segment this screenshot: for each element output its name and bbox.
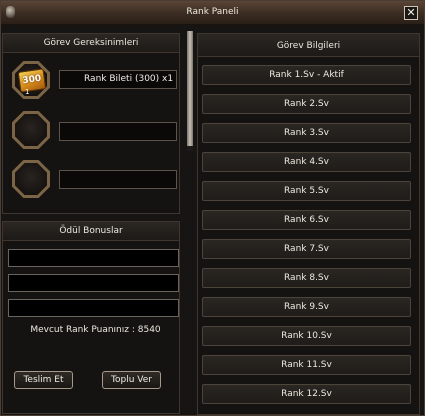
rank-row[interactable]: Rank 10.Sv bbox=[202, 326, 411, 346]
rank-row[interactable]: Rank 2.Sv bbox=[202, 94, 411, 114]
requirement-label-2 bbox=[59, 122, 177, 141]
rank-panel-window: Rank Paneli ✕ Görev Gereksinimleri 300 1… bbox=[0, 0, 425, 416]
rank-row[interactable]: Rank 5.Sv bbox=[202, 181, 411, 201]
item-quantity: 1 bbox=[25, 88, 30, 96]
bonus-row-1 bbox=[8, 249, 179, 267]
window-title: Rank Paneli bbox=[186, 7, 239, 17]
close-button[interactable]: ✕ bbox=[404, 6, 418, 20]
requirement-label-1: Rank Bileti (300) x1 bbox=[59, 70, 177, 89]
rank-row[interactable]: Rank 6.Sv bbox=[202, 210, 411, 230]
scroll-thumb[interactable] bbox=[187, 31, 193, 146]
bonus-row-2 bbox=[8, 274, 179, 292]
requirement-slot-3[interactable] bbox=[12, 160, 50, 198]
rank-row[interactable]: Rank 11.Sv bbox=[202, 355, 411, 375]
rank-row[interactable]: Rank 3.Sv bbox=[202, 123, 411, 143]
requirement-label-3 bbox=[59, 170, 177, 189]
rank-row[interactable]: Rank 9.Sv bbox=[202, 297, 411, 317]
rank-ticket-icon: 300 bbox=[17, 68, 47, 93]
bulk-give-button[interactable]: Toplu Ver bbox=[102, 371, 161, 389]
rank-row[interactable]: Rank 7.Sv bbox=[202, 239, 411, 259]
deliver-button[interactable]: Teslim Et bbox=[14, 371, 73, 389]
requirements-scrollbar[interactable] bbox=[187, 31, 193, 151]
rank-points-text: Mevcut Rank Puanınız : 8540 bbox=[30, 325, 161, 335]
title-bar[interactable]: Rank Paneli ✕ bbox=[1, 1, 424, 25]
mission-info-title: Görev Bilgileri bbox=[198, 34, 419, 57]
rank-row[interactable]: Rank 4.Sv bbox=[202, 152, 411, 172]
requirement-slot-2[interactable] bbox=[12, 111, 50, 149]
rank-row[interactable]: Rank 8.Sv bbox=[202, 268, 411, 288]
requirements-panel: Görev Gereksinimleri 300 1 Rank Bileti (… bbox=[2, 33, 180, 214]
bonus-row-3 bbox=[8, 299, 179, 317]
bonuses-title: Ödül Bonuslar bbox=[3, 222, 179, 241]
requirement-slot-1[interactable]: 300 1 bbox=[12, 61, 50, 99]
requirements-title: Görev Gereksinimleri bbox=[3, 34, 179, 53]
rank-row[interactable]: Rank 1.Sv - Aktif bbox=[202, 65, 411, 85]
rank-row[interactable]: Rank 12.Sv bbox=[202, 384, 411, 404]
